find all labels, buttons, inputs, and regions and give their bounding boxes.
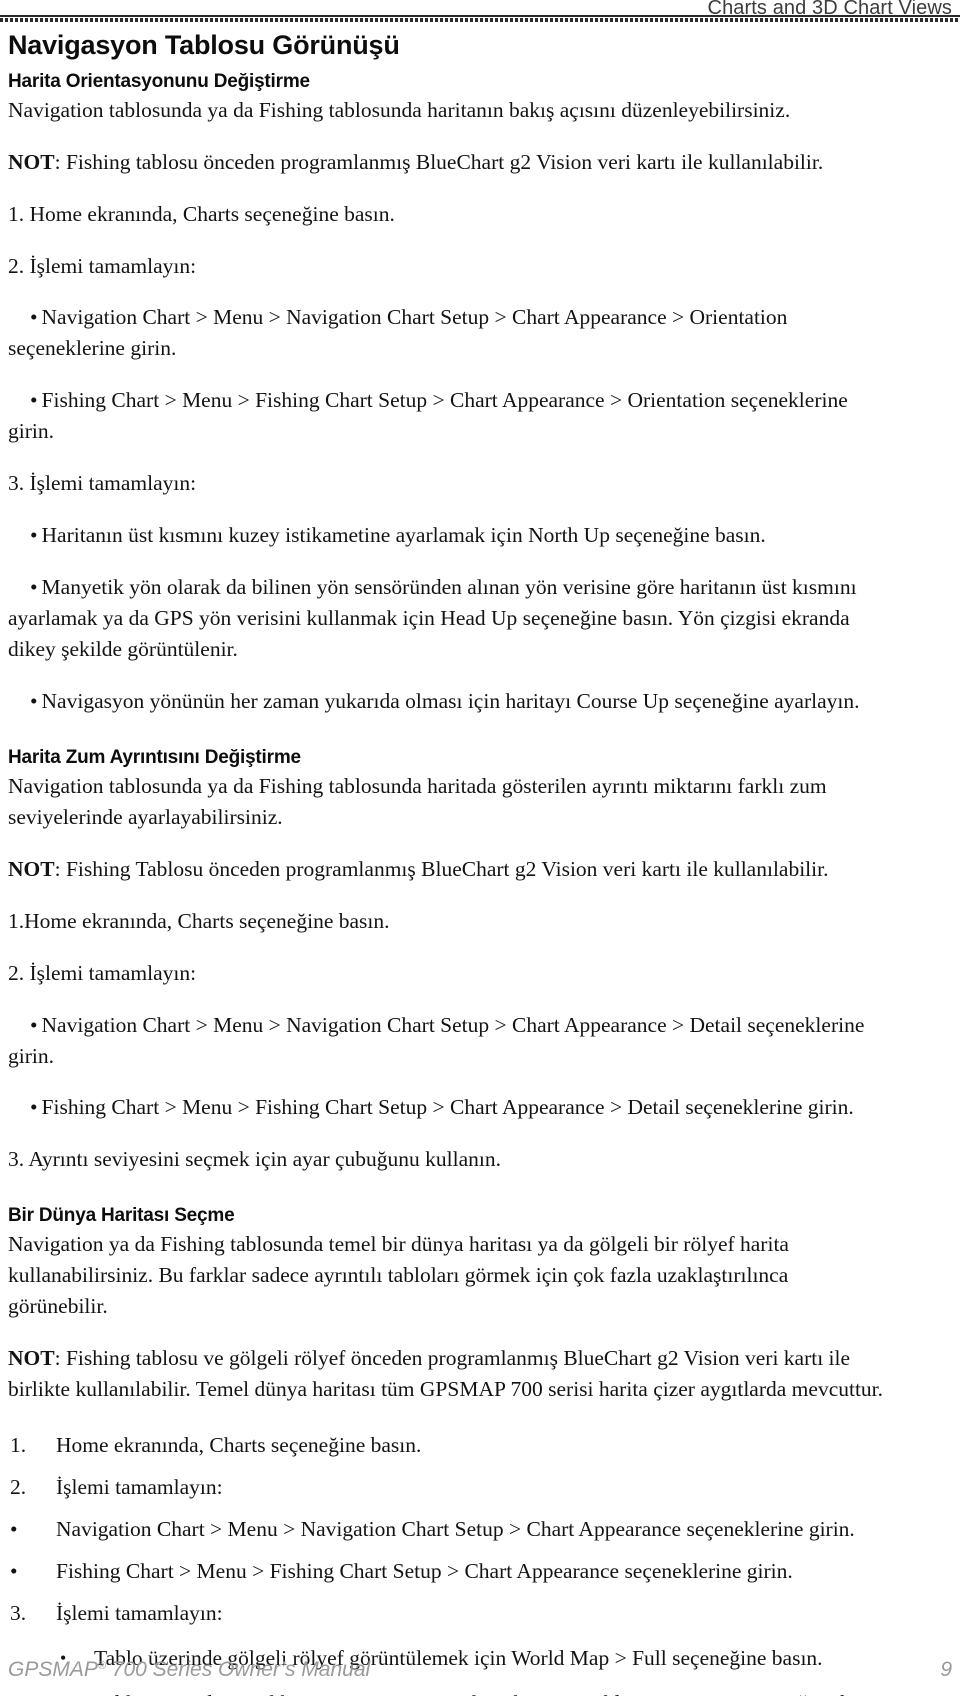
- footer-manual-name-pre: GPSMAP: [8, 1658, 98, 1681]
- page-title: Navigasyon Tablosu Görünüşü: [8, 30, 400, 60]
- bullet-text: Fishing Chart > Menu > Fishing Chart Set…: [41, 1095, 854, 1120]
- list-item-text: Home ekranında, Charts seçeneğine basın.: [56, 1432, 422, 1457]
- list-item-text: İşlemi tamamlayın:: [56, 1600, 223, 1625]
- list-marker: 2.: [10, 1474, 27, 1499]
- step-zoom-2: 2. İşlemi tamamlayın:: [8, 960, 197, 985]
- bullet-dot-icon: •: [10, 1558, 18, 1583]
- page-footer: GPSMAP® 700 Series Owner’s Manual 9: [8, 1654, 952, 1682]
- step-orientation-2: 2. İşlemi tamamlayın:: [8, 253, 197, 278]
- bullet-orientation-head-up: •Manyetik yön olarak da bilinen yön sens…: [8, 572, 892, 665]
- note-label: NOT: [8, 1346, 55, 1371]
- bullet-orientation-course-up: •Navigasyon yönünün her zaman yukarıda o…: [8, 686, 892, 717]
- bullet-text: Fishing Chart > Menu > Fishing Chart Set…: [8, 388, 848, 444]
- list-item-text: İşlemi tamamlayın:: [56, 1474, 223, 1499]
- bullet-dot-icon: •: [10, 1516, 18, 1541]
- bullet-text: Haritanın üst kısmını kuzey istikametine…: [41, 523, 766, 548]
- bullet-dot-icon: •: [30, 1012, 42, 1037]
- list-item: • Navigation Chart > Menu > Navigation C…: [8, 1514, 892, 1545]
- list-item: 1. Home ekranında, Charts seçeneğine bas…: [8, 1430, 892, 1461]
- bullet-text: Manyetik yön olarak da bilinen yön sensö…: [8, 575, 857, 662]
- running-header-title: Charts and 3D Chart Views: [707, 0, 952, 19]
- step-zoom-1: 1.Home ekranında, Charts seçeneğine bası…: [8, 908, 390, 933]
- footer-page-number: 9: [940, 1658, 952, 1681]
- bullet-dot-icon: •: [30, 305, 42, 330]
- note-text: : Fishing tablosu ve gölgeli rölyef önce…: [8, 1346, 884, 1401]
- note-text: : Fishing tablosu önceden programlanmış …: [54, 149, 824, 174]
- bullet-dot-icon: •: [30, 523, 42, 548]
- section-intro-zoom-detail: Navigation tablosunda ya da Fishing tabl…: [8, 773, 827, 829]
- bullet-dot-icon: •: [30, 388, 42, 413]
- list-item: 2. İşlemi tamamlayın:: [8, 1472, 892, 1503]
- bullet-dot-icon: •: [30, 1095, 42, 1120]
- list-marker: 3.: [10, 1600, 27, 1625]
- bullet-dot-icon: •: [60, 1688, 90, 1696]
- list-item: • Tablo üzerinde temel harita verisini g…: [8, 1688, 892, 1696]
- bullet-text: Navigation Chart > Menu > Navigation Cha…: [8, 305, 788, 361]
- note-label: NOT: [8, 149, 55, 174]
- section-heading-zoom-detail: Harita Zum Ayrıntısını Değiştirme: [8, 747, 301, 768]
- bullet-zoom-fish-path: •Fishing Chart > Menu > Fishing Chart Se…: [8, 1092, 892, 1123]
- header-rule-dotted: [0, 18, 960, 22]
- manual-page: Charts and 3D Chart Views Navigasyon Tab…: [0, 0, 960, 1696]
- list-item: • Fishing Chart > Menu > Fishing Chart S…: [8, 1556, 892, 1587]
- footer-manual-name: GPSMAP® 700 Series Owner’s Manual: [8, 1658, 370, 1682]
- step-orientation-1: 1. Home ekranında, Charts seçeneğine bas…: [8, 201, 395, 226]
- note-zoom-detail: NOT: Fishing Tablosu önceden programlanm…: [8, 854, 892, 885]
- step-zoom-3: 3. Ayrıntı seviyesini seçmek için ayar ç…: [8, 1147, 502, 1172]
- list-item-text: Fishing Chart > Menu > Fishing Chart Set…: [56, 1558, 793, 1583]
- list-marker: 1.: [10, 1432, 27, 1457]
- section-heading-orientation: Harita Orientasyonunu Değiştirme: [8, 70, 310, 92]
- section-intro-orientation: Navigation tablosunda ya da Fishing tabl…: [8, 97, 791, 122]
- bullet-zoom-nav-path: •Navigation Chart > Menu > Navigation Ch…: [8, 1010, 892, 1072]
- bullet-orientation-north-up: •Haritanın üst kısmını kuzey istikametin…: [8, 520, 892, 551]
- section-intro-world-map: Navigation ya da Fishing tablosunda teme…: [8, 1232, 789, 1319]
- section-heading-world-map: Bir Dünya Haritası Seçme: [8, 1205, 235, 1227]
- bullet-orientation-nav-path: •Navigation Chart > Menu > Navigation Ch…: [8, 302, 892, 364]
- registered-trademark-icon: ®: [97, 1660, 106, 1672]
- step-orientation-3: 3. İşlemi tamamlayın:: [8, 471, 197, 496]
- bullet-text: Navigasyon yönünün her zaman yukarıda ol…: [41, 689, 860, 714]
- list-item-text: Navigation Chart > Menu > Navigation Cha…: [56, 1516, 855, 1541]
- list-item-text: Tablo üzerinde temel harita verisini gör…: [94, 1691, 891, 1696]
- note-orientation: NOT: Fishing tablosu önceden programlanm…: [8, 147, 892, 178]
- bullet-text: Navigation Chart > Menu > Navigation Cha…: [8, 1012, 865, 1068]
- note-label: NOT: [8, 856, 55, 881]
- page-content: Navigasyon Tablosu Görünüşü Harita Orien…: [8, 30, 892, 1696]
- note-text: : Fishing Tablosu önceden programlanmış …: [54, 856, 829, 881]
- header-rule-solid: [0, 15, 960, 17]
- note-world-map: NOT: Fishing tablosu ve gölgeli rölyef ö…: [8, 1343, 892, 1405]
- bullet-dot-icon: •: [30, 689, 42, 714]
- bullet-dot-icon: •: [30, 575, 42, 600]
- list-item: 3. İşlemi tamamlayın:: [8, 1598, 892, 1629]
- page-header: Charts and 3D Chart Views: [0, 0, 960, 22]
- footer-manual-name-post: 700 Series Owner’s Manual: [105, 1658, 371, 1681]
- bullet-orientation-fish-path: •Fishing Chart > Menu > Fishing Chart Se…: [8, 385, 892, 447]
